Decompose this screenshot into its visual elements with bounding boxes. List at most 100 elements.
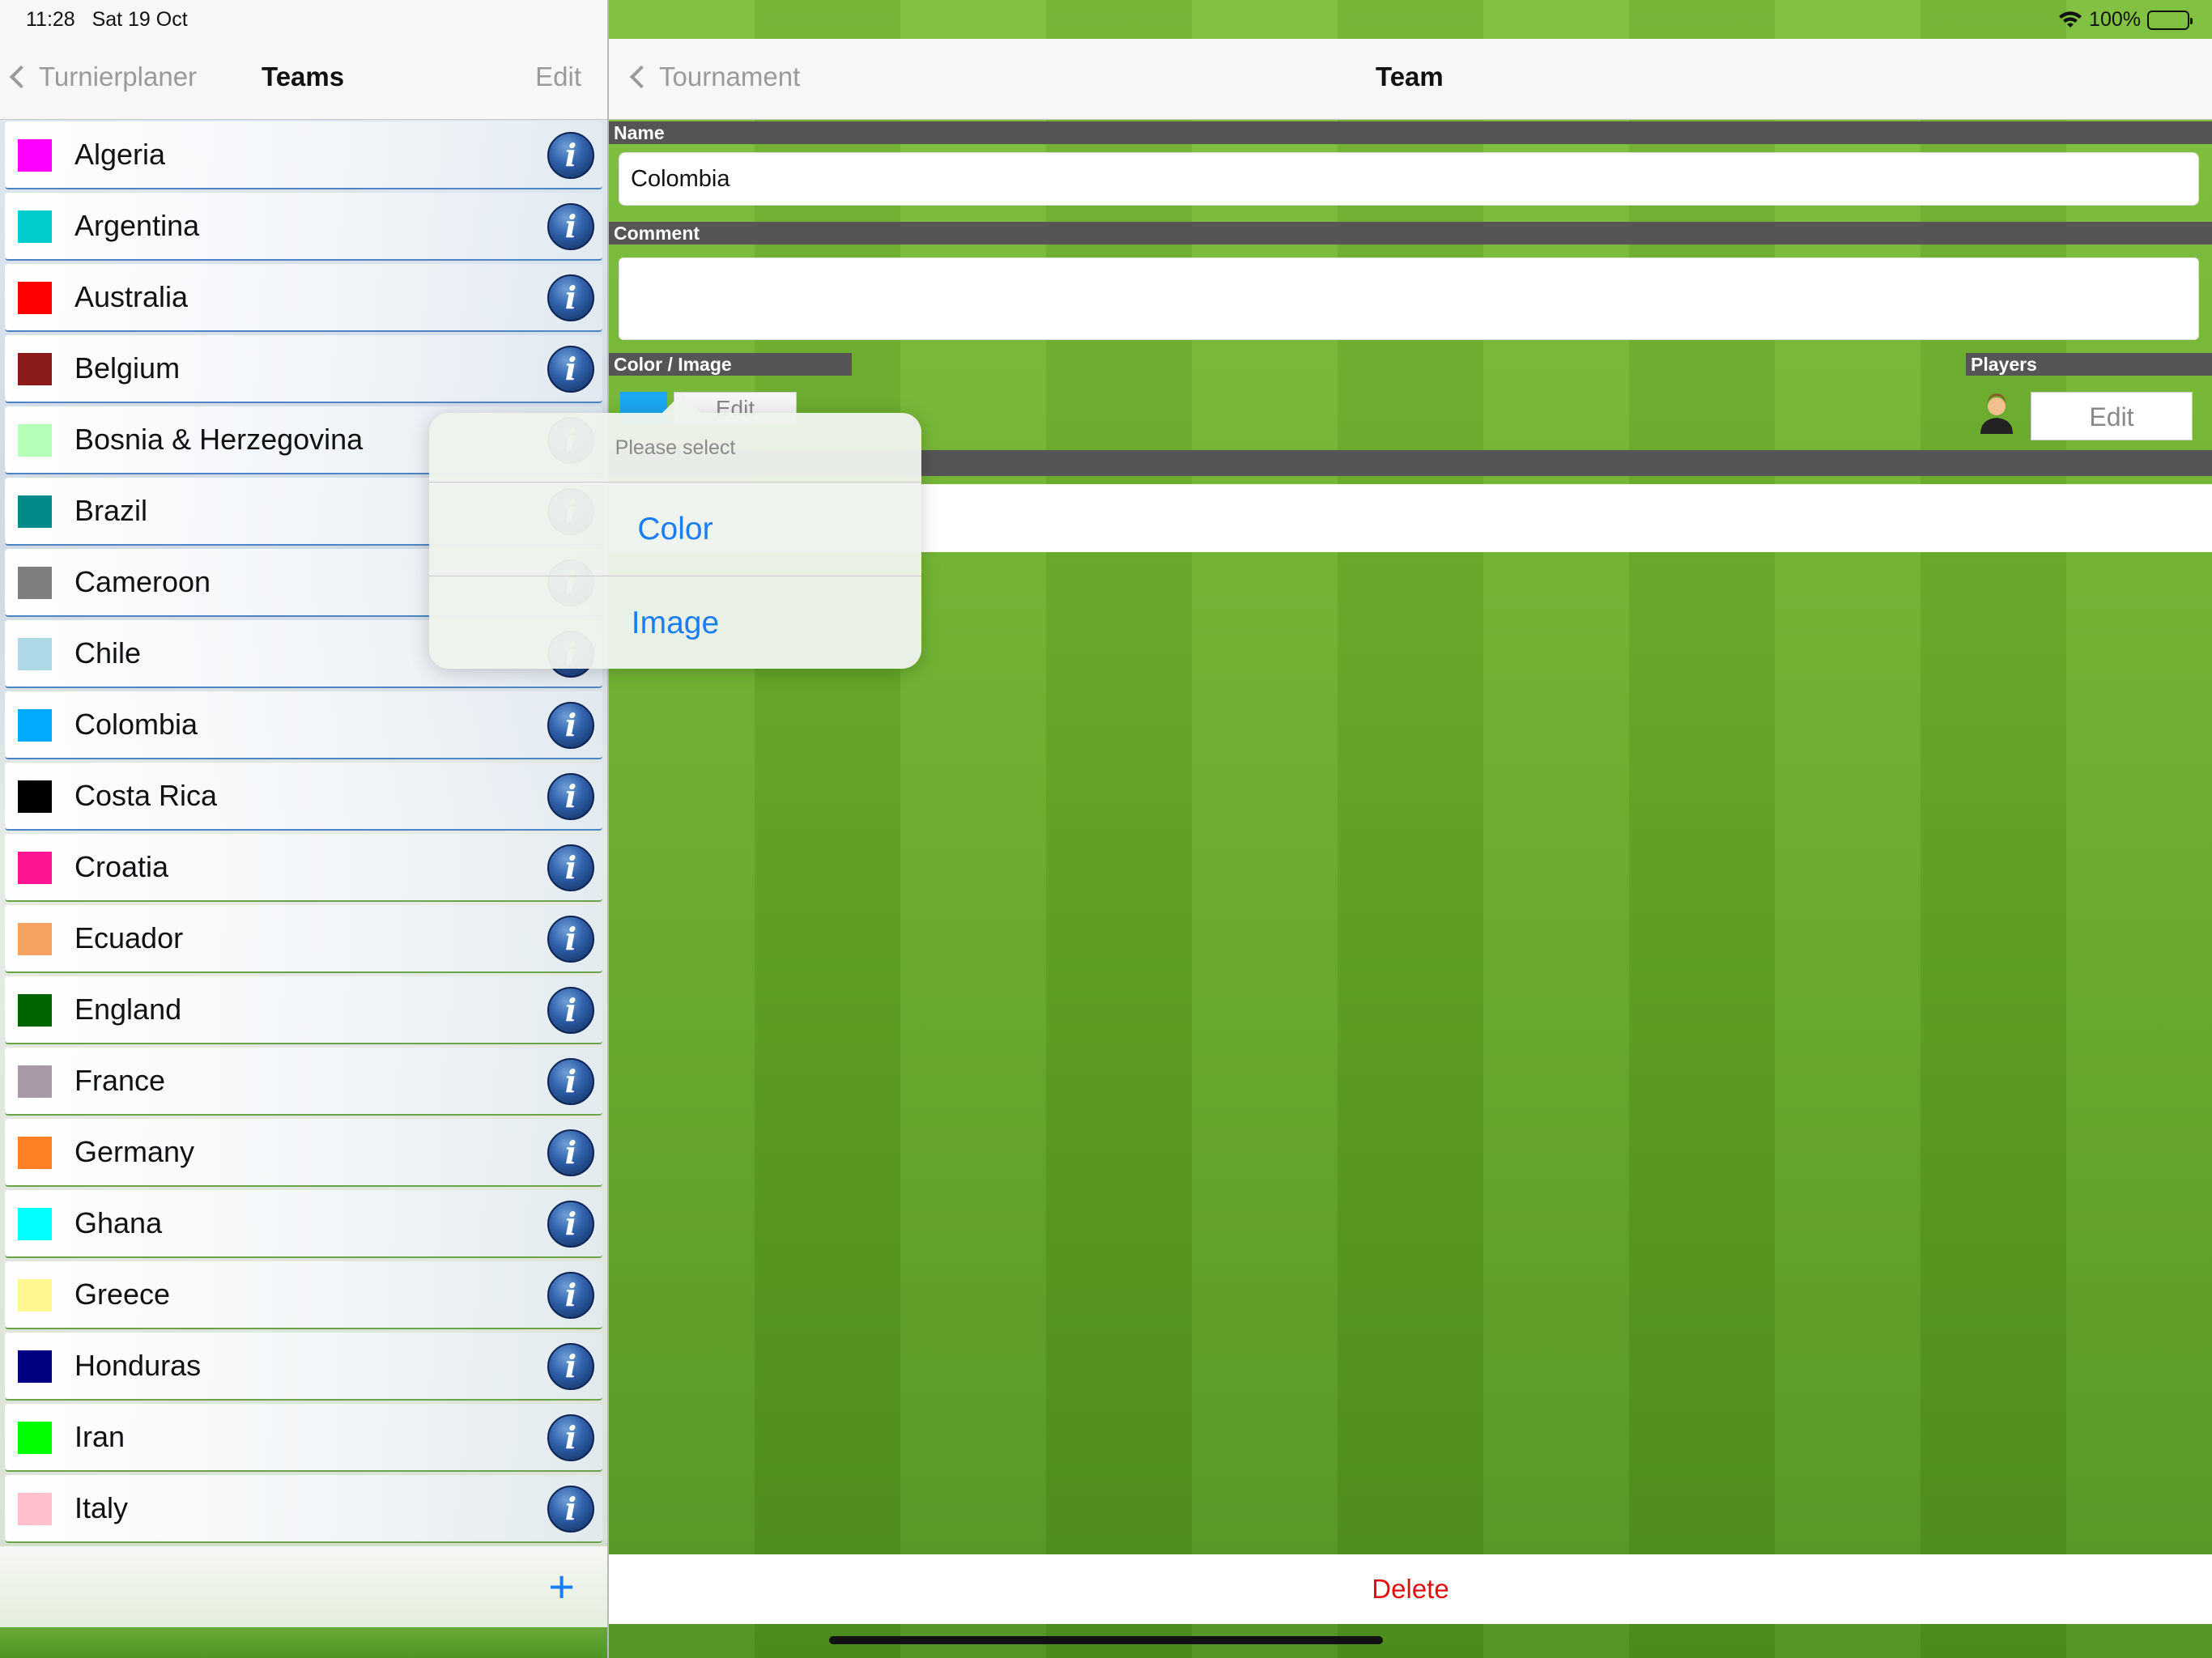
select-popover: Please select Color Image [429, 393, 921, 669]
team-row[interactable]: Costa Rica i [5, 763, 602, 831]
back-button-turnierplaner[interactable]: Turnierplaner [8, 62, 197, 92]
teams-panel: Turnierplaner Teams Edit Algeria i Argent… [0, 0, 607, 1658]
team-name: Honduras [74, 1349, 202, 1382]
players-section-header: Players [1966, 353, 2212, 376]
team-name: Ghana [74, 1206, 163, 1239]
add-team-button[interactable]: + [548, 1564, 575, 1609]
team-name-value: Colombia [631, 166, 730, 192]
info-icon[interactable]: i [547, 132, 594, 179]
team-color-swatch [18, 424, 52, 457]
comment-section-header: Comment [609, 222, 2212, 244]
team-name: Bosnia & Herzegovina [74, 423, 364, 456]
team-color-swatch [18, 1350, 52, 1383]
status-date-text: Sat 19 Oct [91, 8, 188, 31]
team-color-swatch [18, 282, 52, 314]
team-color-swatch [18, 139, 52, 172]
team-color-swatch [18, 353, 52, 385]
team-row[interactable]: Iran i [5, 1404, 602, 1472]
team-name: Iran [74, 1420, 125, 1453]
team-name: Ecuador [74, 921, 184, 954]
page-title: Team [1376, 62, 1444, 91]
status-time: 11:28 Sat 19 Oct [26, 8, 188, 32]
team-row[interactable]: Argentina i [5, 193, 602, 261]
info-icon[interactable]: i [547, 1343, 594, 1390]
team-color-swatch [18, 780, 52, 813]
team-name: Italy [74, 1491, 129, 1524]
info-icon[interactable]: i [547, 773, 594, 820]
team-color-swatch [18, 923, 52, 955]
team-row[interactable]: England i [5, 976, 602, 1044]
team-detail-panel: Tournament Team Name Colombia Comment Co… [609, 0, 2212, 1658]
info-icon[interactable]: i [547, 1058, 594, 1105]
battery-icon [2147, 10, 2193, 30]
info-icon[interactable]: i [547, 1129, 594, 1176]
delete-button[interactable]: Delete [609, 1554, 2212, 1624]
edit-button[interactable]: Edit [535, 62, 581, 92]
popover-option-color[interactable]: Color [429, 483, 921, 576]
team-name: Belgium [74, 351, 181, 385]
team-name: England [74, 993, 182, 1026]
team-name: Colombia [74, 708, 198, 741]
back-button-tournament[interactable]: Tournament [628, 62, 800, 92]
info-icon[interactable]: i [547, 844, 594, 891]
team-color-swatch [18, 495, 52, 528]
team-name: Australia [74, 280, 189, 313]
name-section-header: Name [609, 121, 2212, 144]
status-indicators: 100% [2058, 8, 2193, 32]
info-icon[interactable]: i [547, 1486, 594, 1533]
team-name: Greece [74, 1278, 171, 1311]
team-row[interactable]: Algeria i [5, 121, 602, 189]
team-color-swatch [18, 709, 52, 742]
team-row[interactable]: Ecuador i [5, 905, 602, 973]
team-color-swatch [18, 567, 52, 599]
team-row[interactable]: France i [5, 1048, 602, 1116]
popover-option-image[interactable]: Image [429, 576, 921, 669]
team-row[interactable]: Ghana i [5, 1190, 602, 1258]
team-name: Costa Rica [74, 779, 218, 812]
team-color-swatch [18, 1493, 52, 1525]
info-icon[interactable]: i [547, 1201, 594, 1248]
team-name: Argentina [74, 209, 200, 242]
back-label: Turnierplaner [39, 62, 198, 91]
info-icon[interactable]: i [547, 1272, 594, 1319]
team-nav-bar: Tournament Team [609, 39, 2212, 120]
team-color-swatch [18, 1137, 52, 1169]
team-name: Germany [74, 1135, 195, 1168]
status-time-text: 11:28 [26, 8, 75, 31]
chevron-left-icon [629, 65, 653, 89]
info-icon[interactable]: i [547, 203, 594, 250]
team-name: Brazil [74, 494, 148, 527]
popover-arrow [661, 393, 703, 414]
popover-header: Please select [429, 413, 921, 483]
player-icon [1980, 393, 2013, 434]
info-icon[interactable]: i [547, 916, 594, 963]
team-row[interactable]: Germany i [5, 1119, 602, 1187]
team-name: Croatia [74, 850, 169, 883]
info-icon[interactable]: i [547, 702, 594, 749]
info-icon[interactable]: i [547, 987, 594, 1034]
team-row[interactable]: Italy i [5, 1475, 602, 1543]
team-row[interactable]: Belgium i [5, 335, 602, 403]
team-color-swatch [18, 994, 52, 1027]
players-edit-button[interactable]: Edit [2031, 392, 2193, 440]
info-icon[interactable]: i [547, 274, 594, 321]
color-image-section-header: Color / Image [609, 353, 852, 376]
info-icon[interactable]: i [547, 1414, 594, 1461]
team-color-swatch [18, 1422, 52, 1454]
team-color-swatch [18, 1279, 52, 1312]
team-name-field[interactable]: Colombia [619, 152, 2199, 206]
team-row[interactable]: Croatia i [5, 834, 602, 902]
team-row[interactable]: Colombia i [5, 691, 602, 759]
comment-field[interactable] [619, 257, 2199, 340]
home-indicator[interactable] [829, 1636, 1383, 1644]
teams-nav-bar: Turnierplaner Teams Edit [0, 39, 607, 120]
team-color-swatch [18, 852, 52, 884]
team-name: Chile [74, 636, 142, 670]
team-name: Cameroon [74, 565, 211, 598]
team-color-swatch [18, 1065, 52, 1098]
team-color-swatch [18, 638, 52, 670]
info-icon[interactable]: i [547, 346, 594, 393]
team-row[interactable]: Greece i [5, 1261, 602, 1329]
team-row[interactable]: Australia i [5, 264, 602, 332]
team-row[interactable]: Honduras i [5, 1333, 602, 1401]
